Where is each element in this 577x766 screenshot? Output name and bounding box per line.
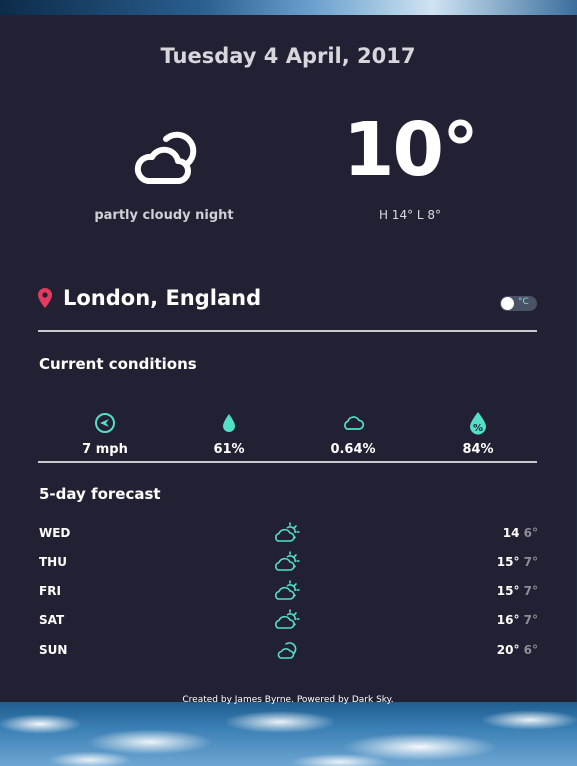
credit-suffix: . bbox=[390, 695, 394, 705]
credit-prefix: Created by bbox=[182, 695, 232, 705]
forecast-high: 20° bbox=[496, 643, 520, 657]
precipitation-metric: % 84% bbox=[433, 411, 523, 457]
toggle-knob bbox=[501, 297, 514, 310]
forecast-low: 7° bbox=[523, 584, 538, 598]
current-temperature: 10° bbox=[343, 107, 479, 193]
humidity-metric: 61% bbox=[184, 411, 274, 457]
wind-value: 7 mph bbox=[82, 442, 128, 457]
date-heading: Tuesday 4 April, 2017 bbox=[160, 44, 416, 68]
current-conditions-title: Current conditions bbox=[39, 355, 197, 373]
forecast-row: WED 14 6° bbox=[39, 522, 538, 544]
divider bbox=[38, 330, 537, 332]
wind-icon bbox=[95, 413, 115, 433]
partly-cloudy-day-icon bbox=[275, 522, 300, 542]
cloud-cover-metric: 0.64% bbox=[308, 411, 398, 457]
author-link[interactable]: James Byrne bbox=[235, 695, 291, 705]
forecast-day: SAT bbox=[39, 613, 65, 627]
divider bbox=[38, 461, 537, 463]
precipitation-percent-icon: % bbox=[470, 412, 486, 435]
forecast-row: SUN 20° 6° bbox=[39, 639, 538, 661]
partly-cloudy-day-icon bbox=[275, 551, 300, 571]
forecast-row: FRI 15° 7° bbox=[39, 580, 538, 602]
footer-credit: Created by James Byrne. Powered by Dark … bbox=[0, 695, 576, 705]
forecast-day: FRI bbox=[39, 584, 61, 598]
forecast-row: SAT 16° 7° bbox=[39, 609, 538, 631]
location-pin-icon bbox=[38, 288, 52, 308]
sky-background-bottom bbox=[0, 702, 577, 766]
humidity-value: 61% bbox=[213, 442, 245, 457]
forecast-high: 14 bbox=[502, 526, 520, 540]
cloud-cover-value: 0.64% bbox=[330, 442, 376, 457]
humidity-drop-icon bbox=[223, 414, 235, 432]
forecast-low: 7° bbox=[523, 613, 538, 627]
precipitation-value: 84% bbox=[462, 442, 494, 457]
forecast-high: 16° bbox=[496, 613, 520, 627]
partly-cloudy-day-icon bbox=[275, 609, 300, 629]
credit-middle: . Powered by bbox=[291, 695, 349, 705]
partly-cloudy-night-icon bbox=[277, 642, 297, 659]
partly-cloudy-night-icon bbox=[134, 131, 197, 184]
svg-text:%: % bbox=[473, 423, 483, 434]
unit-toggle[interactable]: °C bbox=[500, 296, 537, 311]
cloud-cover-icon bbox=[344, 416, 365, 430]
partly-cloudy-day-icon bbox=[275, 580, 300, 600]
high-low-temperature: H 14° L 8° bbox=[378, 208, 442, 222]
forecast-temps: 14 6° bbox=[503, 526, 538, 540]
wind-metric: 7 mph bbox=[60, 411, 150, 457]
forecast-temps: 15° 7° bbox=[497, 584, 538, 598]
forecast-low: 7° bbox=[523, 555, 538, 569]
forecast-low: 6° bbox=[523, 526, 538, 540]
weather-card: Tuesday 4 April, 2017 partly cloudy nigh… bbox=[0, 15, 576, 705]
sky-background-top bbox=[0, 0, 577, 15]
forecast-day: THU bbox=[39, 555, 67, 569]
forecast-high: 15° bbox=[496, 555, 520, 569]
forecast-day: SUN bbox=[39, 643, 68, 657]
dark-sky-link[interactable]: Dark Sky bbox=[352, 695, 391, 705]
forecast-temps: 20° 6° bbox=[497, 643, 538, 657]
location-name: London, England bbox=[63, 286, 262, 310]
toggle-unit-label: °C bbox=[518, 297, 529, 307]
forecast-day: WED bbox=[39, 526, 71, 540]
forecast-high: 15° bbox=[496, 584, 520, 598]
forecast-temps: 16° 7° bbox=[497, 613, 538, 627]
forecast-temps: 15° 7° bbox=[497, 555, 538, 569]
current-summary: partly cloudy night bbox=[94, 208, 234, 223]
forecast-low: 6° bbox=[523, 643, 538, 657]
forecast-title: 5-day forecast bbox=[39, 485, 161, 503]
forecast-row: THU 15° 7° bbox=[39, 551, 538, 573]
